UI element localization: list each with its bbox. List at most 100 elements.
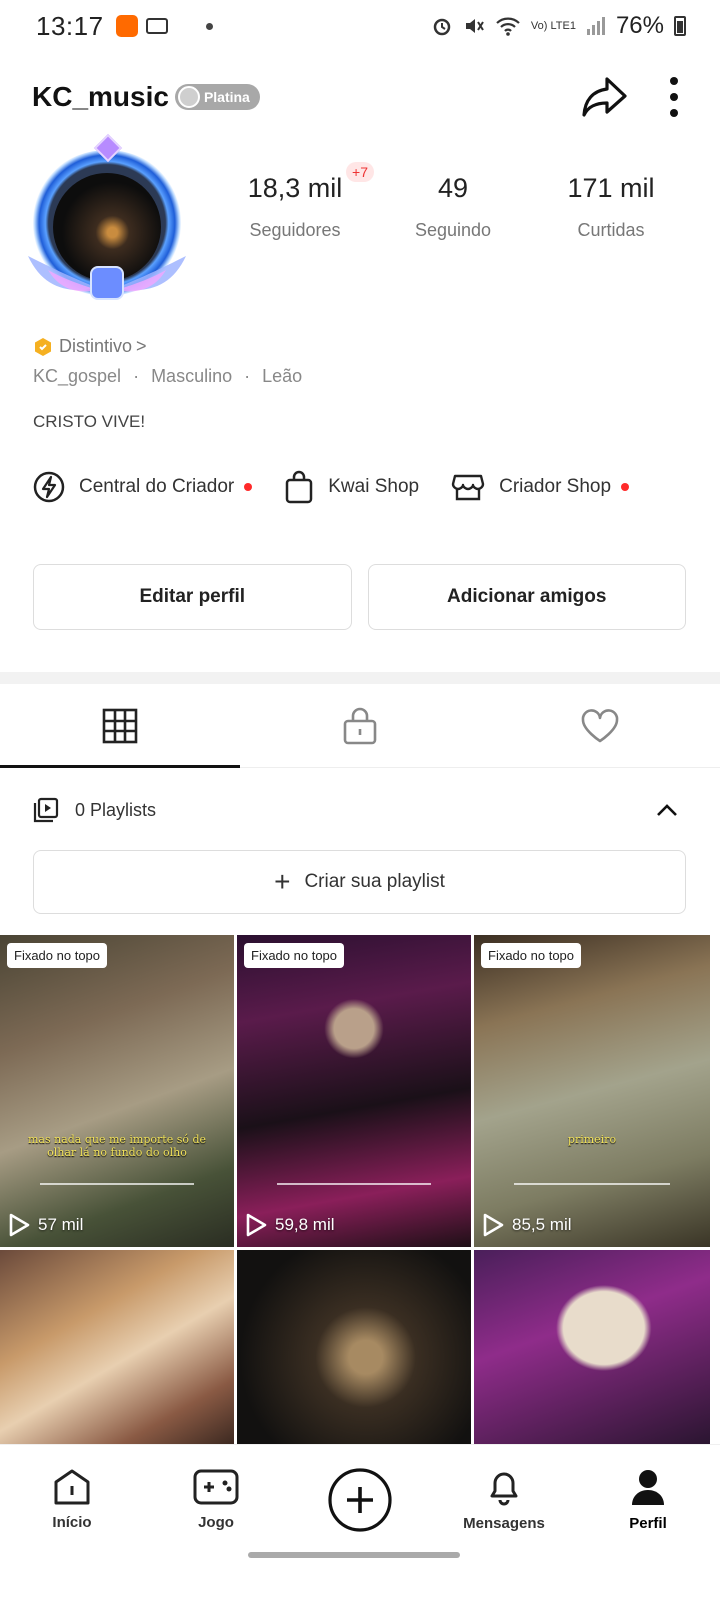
nav-profile[interactable]: Perfil [576, 1467, 720, 1532]
profile-meta: KC_gospel · Masculino · Leão [33, 366, 302, 387]
profile-stats: +7 18,3 mil Seguidores 49 Seguindo 171 m… [216, 162, 690, 241]
pinned-label: Fixado no topo [7, 943, 108, 968]
view-count-value: 59,8 mil [275, 1215, 335, 1234]
profile-header: KC_music Platina [32, 68, 680, 126]
signal-icon [586, 17, 605, 35]
profile-gender: Masculino [151, 366, 233, 386]
progress-bar [514, 1183, 670, 1185]
video-thumbnail[interactable] [0, 1250, 234, 1445]
nav-home[interactable]: Início [0, 1468, 144, 1531]
chevron-up-icon[interactable] [656, 803, 678, 817]
share-button[interactable] [580, 75, 628, 119]
followers-stat[interactable]: +7 18,3 mil Seguidores [216, 162, 374, 241]
video-badge-icon [90, 266, 124, 300]
tab-liked[interactable] [480, 684, 720, 767]
shortcut-label: Criador Shop [499, 476, 612, 497]
avatar[interactable] [18, 133, 196, 308]
view-count: 85,5 mil [482, 1213, 572, 1237]
view-count: 59,8 mil [245, 1213, 335, 1237]
pinned-label: Fixado no topo [481, 943, 582, 968]
following-stat[interactable]: 49 Seguindo [374, 168, 532, 241]
tab-private[interactable] [240, 684, 480, 767]
more-vertical-icon [670, 77, 678, 117]
video-thumbnail[interactable]: Fixado no topo 59,8 mil [237, 935, 471, 1247]
view-count: 57 mil [8, 1213, 83, 1237]
home-indicator[interactable] [248, 1552, 460, 1558]
alarm-icon [433, 18, 451, 36]
followers-label: Seguidores [249, 220, 341, 240]
bottom-navigation: Início Jogo Mensagens Perfil [0, 1444, 720, 1554]
view-count-value: 85,5 mil [512, 1215, 572, 1234]
plus-icon: + [274, 866, 291, 897]
tab-videos[interactable] [0, 684, 240, 768]
nav-create[interactable] [288, 1467, 432, 1533]
video-grid: Fixado no topo mas nada que me importe s… [0, 935, 720, 1445]
kwai-notification-icon [115, 15, 138, 37]
shortcut-label: Central do Criador [79, 476, 235, 497]
wifi-icon [496, 17, 520, 36]
network-type: Vo) LTE1 [530, 19, 576, 32]
progress-bar [40, 1183, 194, 1185]
play-icon [246, 1213, 267, 1237]
username: KC_music [32, 81, 169, 112]
video-thumbnail[interactable] [474, 1250, 710, 1445]
creator-shortcuts: Central do Criador Kwai Shop Criador Sho… [33, 470, 720, 504]
platina-badge[interactable]: Platina [174, 84, 260, 110]
playlists-count: 0 Playlists [75, 799, 157, 820]
bell-icon [490, 1472, 518, 1506]
notification-dot [621, 483, 630, 491]
likes-count: 171 mil [567, 173, 655, 203]
voicemail-icon [145, 18, 168, 34]
storefront-icon [451, 474, 485, 501]
battery-icon [674, 16, 686, 36]
profile-handle: KC_gospel [33, 366, 122, 386]
gamepad-icon [193, 1469, 239, 1505]
likes-label: Curtidas [577, 220, 645, 240]
nav-label: Perfil [629, 1515, 667, 1532]
video-thumbnail[interactable] [237, 1250, 471, 1445]
mute-icon [465, 19, 484, 33]
nav-game[interactable]: Jogo [144, 1468, 288, 1531]
video-caption: primeiro [567, 1133, 617, 1146]
create-playlist-button[interactable]: + Criar sua playlist [33, 850, 686, 914]
home-icon [54, 1469, 90, 1505]
notification-dot [244, 483, 253, 491]
video-thumbnail[interactable]: Fixado no topo primeiro 85,5 mil [474, 935, 710, 1247]
likes-stat[interactable]: 171 mil Curtidas [532, 168, 690, 241]
view-count-value: 57 mil [38, 1215, 84, 1234]
video-thumbnail[interactable]: Fixado no topo mas nada que me importe s… [0, 935, 234, 1247]
creator-center-shortcut[interactable]: Central do Criador [33, 471, 253, 503]
notification-dot-icon [205, 22, 213, 30]
nav-messages[interactable]: Mensagens [432, 1467, 576, 1532]
profile-sign: Leão [262, 366, 303, 386]
following-count: 49 [437, 173, 469, 203]
lock-icon [343, 707, 377, 744]
play-icon [483, 1213, 504, 1237]
profile-actions: Editar perfil Adicionar amigos [33, 564, 686, 630]
status-bar: 13:17 Vo) LTE1 76% [0, 0, 720, 52]
video-caption: mas nada que me importe só de olhar lá n… [27, 1133, 207, 1159]
create-plus-icon [328, 1467, 392, 1532]
creator-shop-shortcut[interactable]: Criador Shop [451, 472, 630, 502]
more-options-button[interactable] [668, 76, 680, 118]
lightning-icon [33, 471, 65, 503]
distintivo-label: Distintivo [59, 336, 133, 356]
shortcut-label: Kwai Shop [328, 476, 420, 497]
nav-label: Mensagens [463, 1515, 545, 1532]
kwai-shop-shortcut[interactable]: Kwai Shop [284, 470, 419, 504]
distintivo-link[interactable]: Distintivo > [33, 336, 147, 357]
create-playlist-label: Criar sua playlist [304, 871, 445, 892]
add-friends-button[interactable]: Adicionar amigos [367, 564, 686, 630]
nav-label: Início [52, 1514, 92, 1531]
content-tabs [0, 684, 720, 768]
heart-icon [581, 708, 619, 742]
shopping-bag-icon [286, 470, 313, 504]
play-icon [9, 1213, 30, 1237]
grid-icon [102, 708, 138, 743]
status-icons: Vo) LTE1 76% [431, 12, 686, 40]
playlists-header[interactable]: 0 Playlists [33, 794, 678, 826]
profile-bio: CRISTO VIVE! [33, 412, 146, 431]
edit-profile-button[interactable]: Editar perfil [33, 564, 352, 630]
status-time: 13:17 [36, 10, 104, 41]
pinned-label: Fixado no topo [244, 943, 345, 968]
